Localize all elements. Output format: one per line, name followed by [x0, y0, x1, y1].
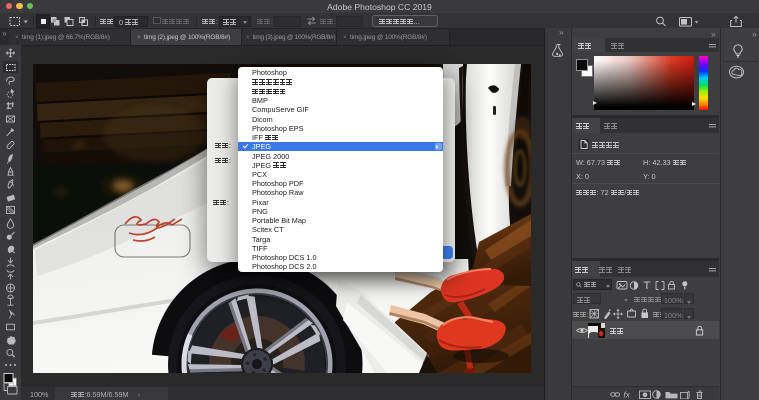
svg-text:fx: fx	[624, 391, 631, 400]
